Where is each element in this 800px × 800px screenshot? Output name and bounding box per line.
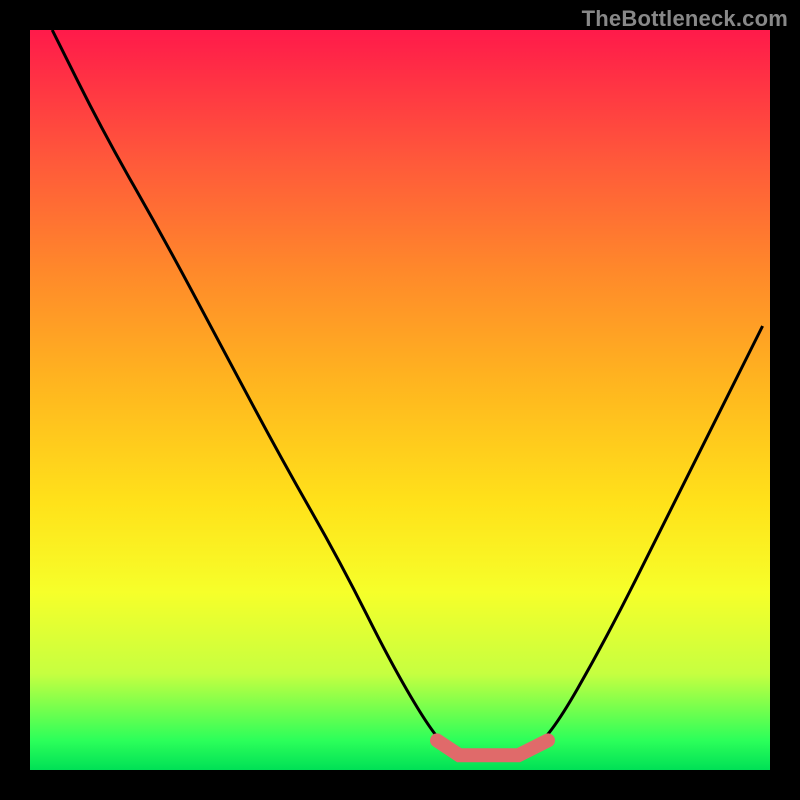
curve-layer bbox=[30, 30, 770, 770]
watermark-label: TheBottleneck.com bbox=[582, 6, 788, 32]
plot-area bbox=[30, 30, 770, 770]
highlight-segment bbox=[437, 740, 548, 755]
bottleneck-curve bbox=[52, 30, 762, 755]
chart-container: TheBottleneck.com bbox=[0, 0, 800, 800]
